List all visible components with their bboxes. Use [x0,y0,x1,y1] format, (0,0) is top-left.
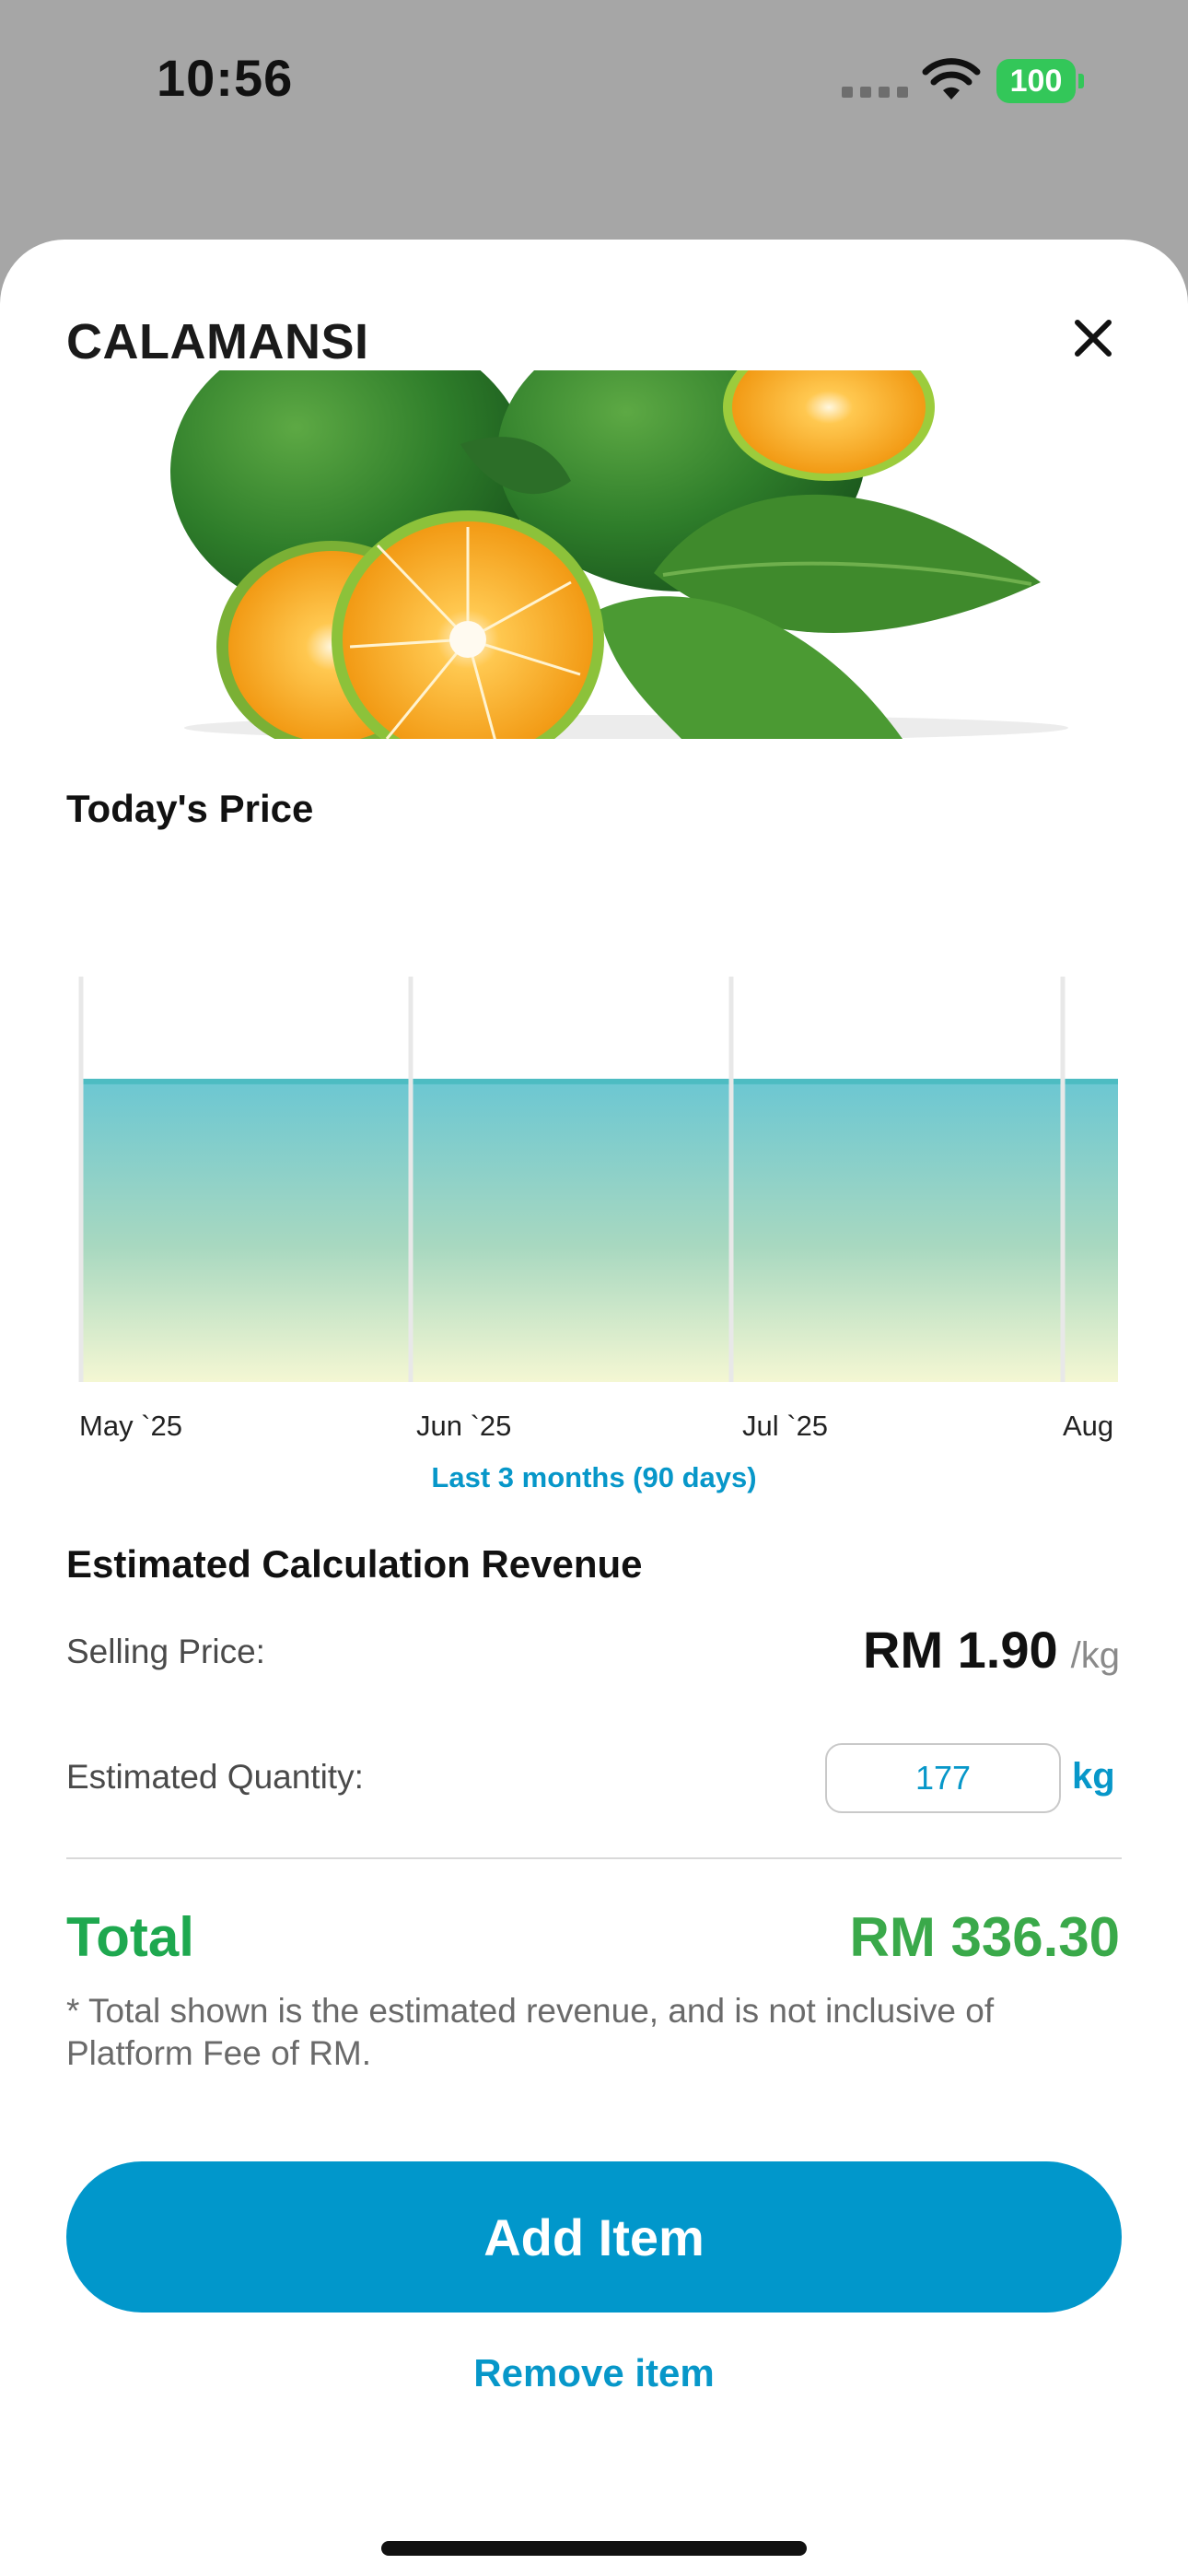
x-tick-label: Jul `25 [742,1410,828,1442]
x-tick-label: Aug [1063,1410,1113,1442]
total-disclaimer: * Total shown is the estimated revenue, … [66,1992,995,2072]
todays-price-heading: Today's Price [66,787,314,830]
cellular-signal-icon [842,87,908,98]
home-indicator [381,2541,807,2556]
wifi-icon [922,58,981,100]
quantity-label: Estimated Quantity: [66,1758,364,1796]
divider [66,1857,1122,1859]
product-sheet: CALAMANSI Today's Price May `25 Jun `25 … [0,240,1188,2576]
quantity-unit: kg [1072,1756,1115,1797]
selling-price: RM 1.90 /kg [863,1620,1120,1680]
add-item-button[interactable]: Add Item [66,2161,1122,2313]
selling-price-label: Selling Price: [66,1633,265,1670]
selling-price-value: RM 1.90 [863,1621,1058,1679]
selling-price-unit: /kg [1070,1635,1120,1676]
calculation-heading: Estimated Calculation Revenue [66,1542,643,1586]
close-icon[interactable] [1065,310,1122,367]
total-value: RM 336.30 [849,1906,1121,1968]
x-tick-label: Jun `25 [416,1410,511,1442]
chart-range-label[interactable]: Last 3 months (90 days) [0,1461,1188,1494]
total-label: Total [66,1906,194,1968]
battery-level: 100 [996,59,1076,103]
product-title: CALAMANSI [66,314,369,369]
price-chart: May `25 Jun `25 Jul `25 Aug [78,977,1118,1442]
x-tick-label: May `25 [79,1410,182,1442]
status-bar: 10:56 100 [0,0,1188,157]
product-image [166,370,1087,739]
battery-icon: 100 [996,59,1085,103]
status-time: 10:56 [157,49,294,107]
quantity-input[interactable] [825,1743,1061,1813]
price-area [81,1081,1118,1382]
remove-item-link[interactable]: Remove item [0,2351,1188,2395]
